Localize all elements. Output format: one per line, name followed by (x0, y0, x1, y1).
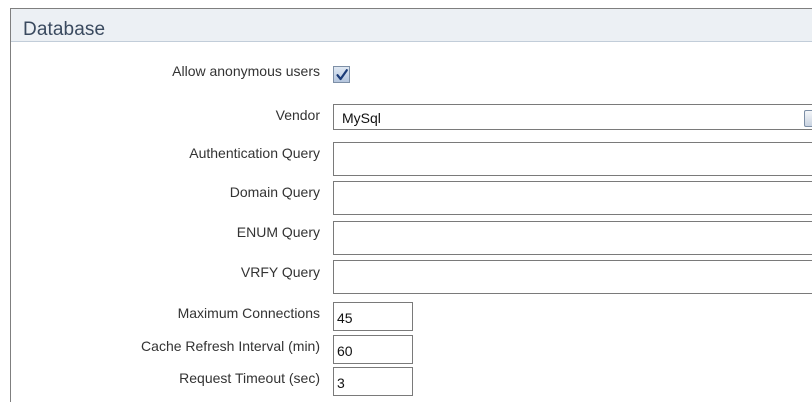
checkmark-icon (336, 69, 348, 81)
vrfy-query-label: VRFY Query (240, 264, 320, 280)
request-timeout-label: Request Timeout (sec) (179, 370, 320, 386)
cache-refresh-interval-label: Cache Refresh Interval (min) (141, 338, 320, 354)
domain-query-label: Domain Query (229, 184, 320, 200)
allow-anonymous-label: Allow anonymous users (172, 63, 320, 79)
vrfy-query-input[interactable] (333, 260, 812, 294)
maximum-connections-input[interactable]: 45 (333, 302, 413, 331)
panel-title: Database (23, 19, 106, 40)
enum-query-input[interactable] (333, 221, 812, 255)
panel-header: Database (11, 9, 812, 42)
vendor-dropdown-button[interactable] (804, 110, 812, 127)
maximum-connections-label: Maximum Connections (177, 305, 320, 321)
cache-refresh-interval-input[interactable]: 60 (333, 335, 413, 364)
authentication-query-label: Authentication Query (189, 145, 320, 161)
allow-anonymous-checkbox[interactable] (333, 66, 350, 83)
request-timeout-input[interactable]: 3 (333, 367, 413, 396)
domain-query-input[interactable] (333, 181, 812, 215)
vendor-select[interactable]: MySql (333, 104, 812, 130)
vendor-select-value: MySql (342, 110, 381, 126)
vendor-label: Vendor (275, 107, 320, 123)
authentication-query-input[interactable] (333, 142, 812, 176)
enum-query-label: ENUM Query (236, 224, 320, 240)
